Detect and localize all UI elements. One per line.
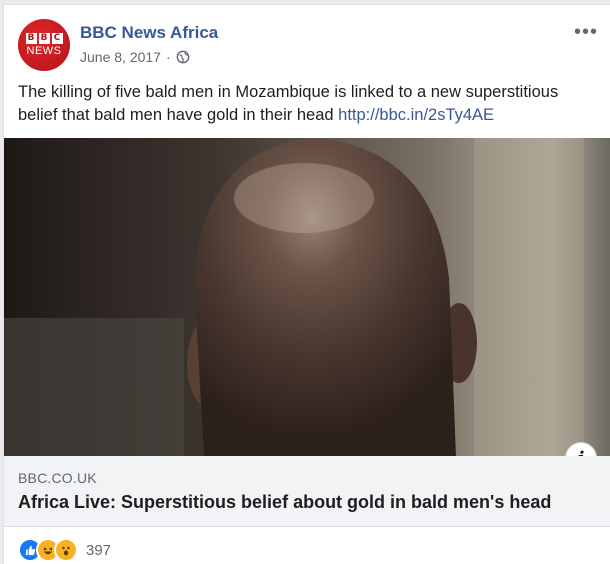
facebook-post-card: B B C NEWS BBC News Africa June 8, 2017 …	[3, 4, 610, 564]
preview-headline[interactable]: Africa Live: Superstitious belief about …	[18, 492, 551, 513]
bbc-logo-b1: B	[25, 33, 37, 44]
bbc-logo-c: C	[51, 33, 63, 44]
more-options-icon[interactable]: •••	[574, 22, 598, 42]
wow-icon	[54, 538, 78, 562]
link-preview[interactable]: BBC.CO.UK Africa Live: Superstitious bel…	[4, 456, 610, 527]
post-image[interactable]	[4, 138, 610, 456]
globe-icon	[176, 50, 190, 64]
reactions-bar[interactable]: 397	[18, 538, 111, 562]
post-header: B B C NEWS BBC News Africa June 8, 2017 …	[18, 19, 598, 75]
post-text: The killing of five bald men in Mozambiq…	[18, 81, 598, 127]
reaction-count[interactable]: 397	[86, 542, 111, 559]
bbc-logo-b2: B	[38, 33, 50, 44]
preview-domain: BBC.CO.UK	[18, 470, 97, 486]
bald-head-photo	[4, 138, 610, 456]
post-meta: June 8, 2017 ·	[80, 49, 190, 65]
post-date[interactable]: June 8, 2017	[80, 49, 161, 65]
page-name-link[interactable]: BBC News Africa	[80, 23, 218, 43]
page-avatar[interactable]: B B C NEWS	[18, 19, 70, 71]
avatar-news-text: NEWS	[26, 45, 62, 57]
bbc-logo-blocks: B B C	[25, 33, 63, 44]
meta-separator: ·	[165, 49, 171, 65]
post-link[interactable]: http://bbc.in/2sTy4AE	[338, 106, 494, 124]
